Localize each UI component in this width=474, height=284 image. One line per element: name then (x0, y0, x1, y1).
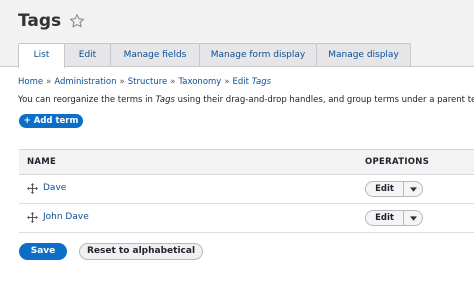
column-header-operations: OPERATIONS (365, 157, 430, 167)
breadcrumb-separator: » (119, 77, 125, 87)
breadcrumb-separator: » (170, 77, 176, 87)
breadcrumb-edit-prefix: Edit (232, 77, 250, 87)
term-link-dave[interactable]: Dave (43, 182, 66, 194)
tab-edit[interactable]: Edit (64, 43, 111, 67)
chevron-down-icon (409, 215, 417, 221)
drag-handle-icon[interactable] (27, 212, 38, 223)
drag-handle-icon[interactable] (27, 183, 38, 194)
save-button[interactable]: Save (19, 243, 67, 260)
chevron-down-icon (409, 186, 417, 192)
help-suffix: using their drag-and-drop handles, and g… (177, 95, 474, 105)
operations-dropbutton: Edit (365, 210, 423, 226)
breadcrumb: Home» Administration» Structure» Taxonomy» E… (18, 77, 271, 87)
tab-list[interactable]: List (18, 43, 65, 68)
operations-dropbutton: Edit (365, 181, 423, 197)
breadcrumb-administration[interactable]: Administration (54, 77, 116, 87)
help-text: You can reorganize the terms in Tags usi… (18, 95, 474, 105)
term-link-john-dave[interactable]: John Dave (43, 211, 89, 223)
tab-manage-fields[interactable]: Manage fields (110, 43, 200, 67)
primary-tabs: List Edit Manage fields Manage form disp… (18, 43, 411, 68)
dropbutton-toggle[interactable] (404, 211, 422, 225)
tab-manage-form-display[interactable]: Manage form display (199, 43, 317, 67)
page-title: Tags (18, 11, 62, 31)
terms-table: NAME OPERATIONS Dave Edit John Dave Edit (19, 149, 474, 233)
breadcrumb-separator: » (224, 77, 230, 87)
edit-button[interactable]: Edit (366, 211, 404, 225)
title-row: Tags (18, 9, 85, 33)
breadcrumb-taxonomy[interactable]: Taxonomy (178, 77, 221, 87)
tab-divider (0, 66, 474, 67)
table-header: NAME OPERATIONS (19, 149, 474, 175)
help-prefix: You can reorganize the terms in (18, 95, 153, 105)
page-header: Tags List Edit Manage fields Manage form… (0, 0, 474, 68)
dropbutton-toggle[interactable] (404, 182, 422, 196)
help-vocab: Tags (155, 95, 175, 105)
breadcrumb-structure[interactable]: Structure (128, 77, 168, 87)
table-row: John Dave Edit (19, 204, 474, 233)
breadcrumb-home[interactable]: Home (18, 77, 43, 87)
reset-to-alphabetical-button[interactable]: Reset to alphabetical (79, 243, 203, 260)
breadcrumb-edit-tags[interactable]: Edit Tags (233, 77, 272, 87)
tab-manage-display[interactable]: Manage display (316, 43, 411, 67)
add-term-button[interactable]: + Add term (19, 114, 83, 128)
star-icon[interactable] (69, 13, 85, 29)
column-header-name: NAME (27, 157, 57, 167)
breadcrumb-separator: » (46, 77, 52, 87)
breadcrumb-edit-vocab: Tags (251, 77, 272, 87)
edit-button[interactable]: Edit (366, 182, 404, 196)
table-row: Dave Edit (19, 175, 474, 204)
